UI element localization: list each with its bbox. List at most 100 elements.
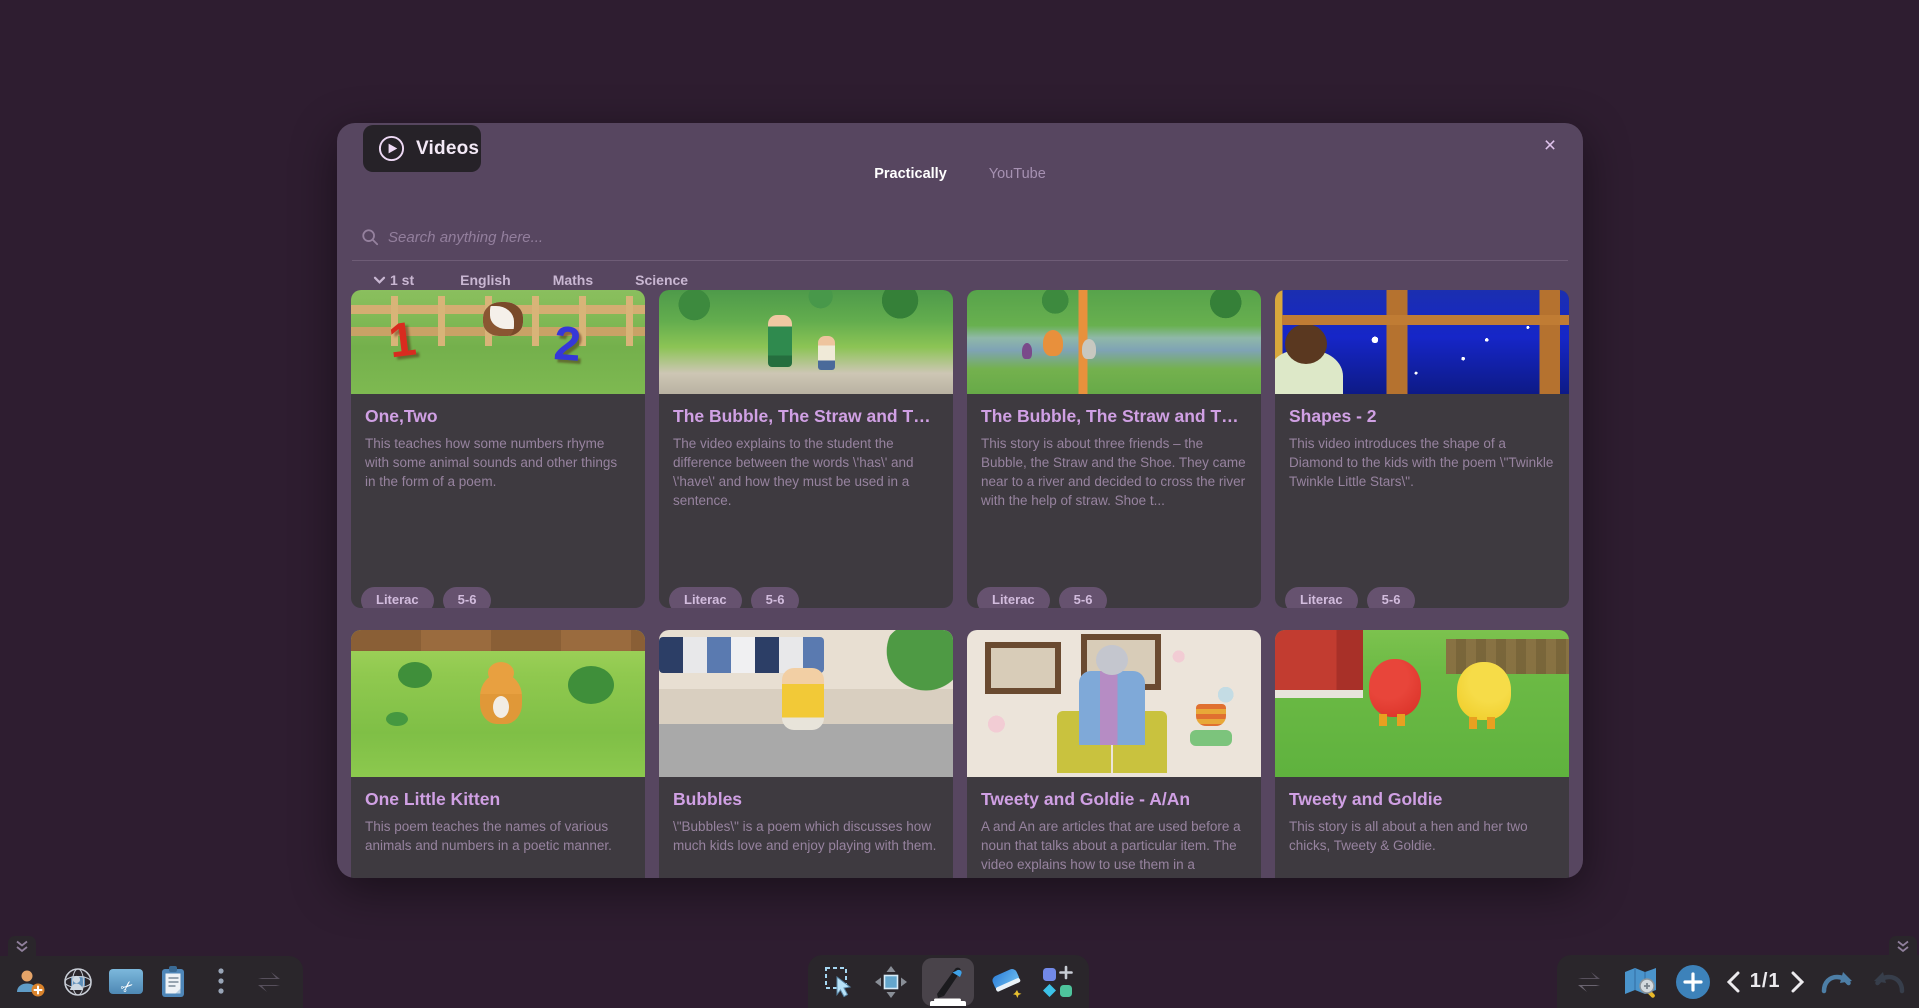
page-navigation: 1/1 xyxy=(1726,970,1805,993)
video-title: Shapes - 2 xyxy=(1289,406,1555,427)
video-title: One Little Kitten xyxy=(365,789,631,810)
video-thumbnail: 1 2 xyxy=(351,290,645,394)
video-title: Tweety and Goldie xyxy=(1289,789,1555,810)
chevron-down-icon[interactable] xyxy=(373,276,386,285)
play-circle-icon xyxy=(378,135,405,162)
eraser-tool-button[interactable] xyxy=(986,960,1026,1004)
character-art xyxy=(1275,350,1343,394)
add-user-button[interactable] xyxy=(10,960,50,1004)
videos-header-tab: Videos xyxy=(363,125,481,172)
filter-english[interactable]: English xyxy=(460,272,511,288)
cow-art xyxy=(483,302,523,336)
video-card[interactable]: The Bubble, The Straw and The … The vide… xyxy=(659,290,953,608)
videos-modal: Videos × Practically YouTube 1 st Englis… xyxy=(337,123,1583,878)
collapse-left-toolbar-tab[interactable] xyxy=(8,936,36,957)
video-thumbnail xyxy=(967,290,1261,394)
move-tool-icon xyxy=(874,965,908,999)
video-thumbnail xyxy=(1275,290,1569,394)
video-title: The Bubble, The Straw and The … xyxy=(673,406,939,427)
more-options-button[interactable] xyxy=(201,960,241,1004)
redo-button[interactable] xyxy=(1817,960,1857,1004)
age-badge: 5-6 xyxy=(443,587,492,608)
clipboard-button[interactable] xyxy=(153,960,193,1004)
age-badge: 5-6 xyxy=(1367,587,1416,608)
active-tool-indicator xyxy=(930,1001,966,1006)
filter-grade[interactable]: 1 st xyxy=(390,272,414,288)
videos-title: Videos xyxy=(416,138,479,160)
search-divider xyxy=(352,260,1568,261)
filter-maths[interactable]: Maths xyxy=(553,272,593,288)
video-title: The Bubble, The Straw and The … xyxy=(981,406,1247,427)
share-session-button[interactable] xyxy=(58,960,98,1004)
next-page-button[interactable] xyxy=(1791,971,1805,993)
video-cards-grid: 1 2 One,Two This teaches how some number… xyxy=(351,290,1569,878)
collapse-right-toolbar-tab[interactable] xyxy=(1889,936,1917,957)
screen-snip-button[interactable]: ✂ xyxy=(106,960,146,1004)
character-art xyxy=(1079,671,1145,745)
search-input[interactable] xyxy=(388,229,1559,246)
shapes-tool-button[interactable] xyxy=(1037,960,1077,1004)
age-badge: 5-6 xyxy=(751,587,800,608)
map-zoom-icon xyxy=(1623,966,1659,998)
video-card[interactable]: Tweety and Goldie This story is all abou… xyxy=(1275,630,1569,878)
undo-icon xyxy=(1871,967,1907,997)
character-art xyxy=(1043,330,1063,356)
video-card[interactable]: The Bubble, The Straw and The … This sto… xyxy=(967,290,1261,608)
previous-page-button[interactable] xyxy=(1726,971,1740,993)
tab-youtube[interactable]: YouTube xyxy=(989,166,1046,182)
shapes-icon xyxy=(1040,965,1074,999)
add-page-button[interactable] xyxy=(1673,960,1713,1004)
swap-pages-button[interactable] xyxy=(249,960,289,1004)
undo-button[interactable] xyxy=(1869,960,1909,1004)
video-description: A and An are articles that are used befo… xyxy=(981,817,1247,878)
clipboard-icon xyxy=(159,965,187,999)
swap-horizontal-icon xyxy=(252,970,286,994)
tag-row: Literac 5-6 xyxy=(1285,587,1415,608)
chevron-right-icon xyxy=(1791,971,1805,993)
filters-row: 1 st English Maths Science xyxy=(373,269,688,291)
add-user-icon xyxy=(14,966,46,998)
move-tool-button[interactable] xyxy=(871,960,911,1004)
subject-badge: Literac xyxy=(361,587,434,608)
right-toolbar: 1/1 xyxy=(1557,955,1919,1008)
character-art xyxy=(818,336,835,370)
video-thumbnail xyxy=(351,630,645,777)
subject-badge: Literac xyxy=(977,587,1050,608)
red-chick-art xyxy=(1369,659,1421,717)
pen-tool-button[interactable] xyxy=(922,958,974,1006)
subject-badge: Literac xyxy=(669,587,742,608)
video-card[interactable]: One Little Kitten This poem teaches the … xyxy=(351,630,645,878)
select-tool-icon xyxy=(824,966,856,998)
pen-tool-icon xyxy=(930,962,966,1002)
eraser-icon xyxy=(988,966,1024,998)
tab-practically[interactable]: Practically xyxy=(874,166,947,182)
redo-icon xyxy=(1819,967,1855,997)
page-indicator: 1/1 xyxy=(1750,970,1781,993)
age-badge: 5-6 xyxy=(1059,587,1108,608)
select-tool-button[interactable] xyxy=(820,960,860,1004)
tag-row: Literac 5-6 xyxy=(669,587,799,608)
thumbnail-digit: 2 xyxy=(552,316,582,373)
tag-row: Literac 5-6 xyxy=(361,587,491,608)
video-card[interactable]: Tweety and Goldie - A/An A and An are ar… xyxy=(967,630,1261,878)
character-art xyxy=(768,315,792,367)
video-card[interactable]: 1 2 One,Two This teaches how some number… xyxy=(351,290,645,608)
screen-snip-icon: ✂ xyxy=(108,967,144,997)
video-card[interactable]: Shapes - 2 This video introduces the sha… xyxy=(1275,290,1569,608)
swap-horizontal-icon xyxy=(1572,970,1606,994)
close-icon[interactable]: × xyxy=(1535,131,1565,161)
map-overview-button[interactable] xyxy=(1621,960,1661,1004)
video-title: One,Two xyxy=(365,406,631,427)
character-art xyxy=(782,668,824,730)
video-description: This poem teaches the names of various a… xyxy=(365,817,631,855)
filter-science[interactable]: Science xyxy=(635,272,688,288)
chevron-left-icon xyxy=(1726,971,1740,993)
search-icon xyxy=(361,228,379,246)
video-description: \"Bubbles\" is a poem which discusses ho… xyxy=(673,817,939,855)
video-description: This teaches how some numbers rhyme with… xyxy=(365,434,631,491)
video-card[interactable]: Bubbles \"Bubbles\" is a poem which disc… xyxy=(659,630,953,878)
subject-badge: Literac xyxy=(1285,587,1358,608)
swap-pages-button[interactable] xyxy=(1569,960,1609,1004)
kitten-art xyxy=(480,674,522,724)
left-toolbar: ✂ xyxy=(0,956,303,1008)
